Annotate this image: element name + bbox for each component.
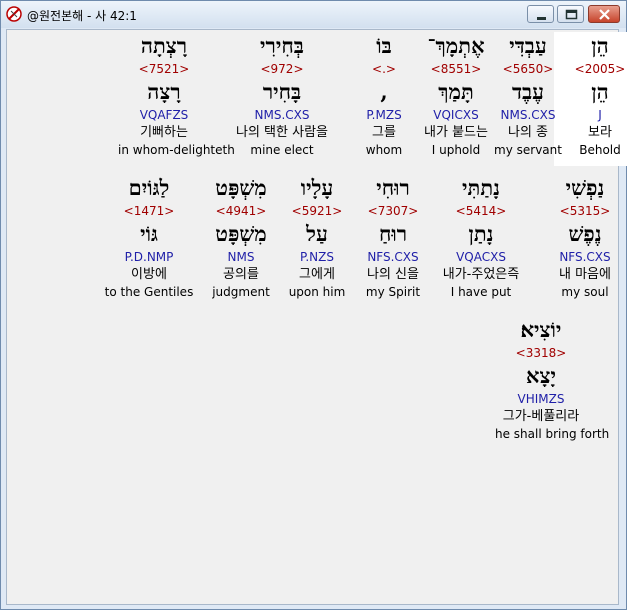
korean-gloss: 그가-베풀리라 (502, 409, 580, 424)
minimize-button[interactable] (527, 5, 554, 23)
hebrew-lemma: נָתַן (468, 221, 494, 246)
english-gloss: he shall bring forth (495, 427, 610, 441)
strong-number: <7521> (138, 62, 190, 76)
hebrew-word: מִשְׁפָּט (215, 175, 267, 200)
korean-gloss: 내 마음에 (559, 267, 611, 282)
hebrew-lemma: בָּחִיר (262, 79, 302, 104)
korean-gloss: 이방에 (131, 267, 167, 282)
parsing-code: NMS (227, 250, 255, 264)
strong-number: <.> (372, 62, 396, 76)
parsing-code: P.MZS (366, 108, 402, 122)
hebrew-lemma: רָצָה (147, 79, 181, 104)
hebrew-word: יוֹצִיא׃ (520, 317, 562, 342)
word-block[interactable]: בּוֹ <.>, P.MZS 그를 whom (338, 32, 430, 158)
word-block[interactable]: יוֹצִיא׃ <3318> יָצָא VHIMZS 그가-베풀리라 he shall… (495, 316, 610, 442)
hebrew-lemma: גּוֹי (140, 221, 158, 246)
app-icon (6, 6, 22, 22)
parsing-code: NMS.CXS (254, 108, 310, 122)
word-block[interactable]: מִשְׁפָּט <4941> מִשְׁפָּט NMS 공의를 judgment (195, 174, 287, 300)
strong-number: <5315> (559, 204, 611, 218)
app-window: @원전본해 - 사 42:1 הֵן <2005> הֵן J 보라 Behold עַבְ… (0, 0, 627, 610)
parsing-code: VQACXS (456, 250, 506, 264)
korean-gloss: 그를 (372, 125, 396, 140)
title-bar[interactable]: @원전본해 - 사 42:1 (1, 1, 626, 28)
word-block[interactable]: לַגּוֹיִם <1471> גּוֹי P.D.NMP 이방에 to the Gen… (103, 174, 195, 300)
english-gloss: to the Gentiles (104, 285, 194, 299)
minimize-icon (537, 17, 546, 20)
interlinear-panel[interactable]: הֵן <2005> הֵן J 보라 Behold עַבְדִּי <5650> עֶבֶד… (6, 29, 627, 605)
strong-number: <3318> (515, 346, 567, 360)
hebrew-word: רָצְתָה (140, 33, 188, 58)
strong-number: <972> (260, 62, 304, 76)
maximize-button[interactable] (557, 5, 584, 23)
korean-gloss: 나의 택한 사람을 (236, 125, 328, 140)
parsing-code: NFS.CXS (559, 250, 611, 264)
strong-number: <1471> (123, 204, 175, 218)
korean-gloss: 공의를 (223, 267, 259, 282)
word-block[interactable]: בְּחִירִי <972> בָּחִיר NMS.CXS 나의 택한 사람을 min… (236, 32, 328, 158)
word-block[interactable]: נָתַתִּי <5414> נָתַן VQACXS 내가-주었은즉 I have p… (435, 174, 527, 300)
english-gloss: in whom-delighteth (118, 143, 235, 157)
hebrew-lemma: נֶפֶשׁ (568, 221, 602, 246)
hebrew-word: בּוֹ (376, 33, 392, 58)
korean-gloss: 기뻐하는 (140, 125, 188, 140)
parsing-code: P.D.NMP (124, 250, 174, 264)
close-button[interactable] (588, 5, 620, 23)
parsing-code: VHIMZS (517, 392, 565, 406)
english-gloss: mine elect (250, 143, 314, 157)
hebrew-word: נָתַתִּי (462, 175, 500, 200)
word-block[interactable]: נַפְשִׁי <5315> נֶפֶשׁ NFS.CXS 내 마음에 my soul (539, 174, 627, 300)
hebrew-lemma: מִשְׁפָּט (215, 221, 267, 246)
korean-gloss: 내가-주었은즉 (442, 267, 520, 282)
english-gloss: whom (365, 143, 403, 157)
english-gloss: judgment (212, 285, 270, 299)
hebrew-word: בְּחִירִי (260, 33, 304, 58)
strong-number: <4941> (215, 204, 267, 218)
hebrew-word: לַגּוֹיִם (128, 175, 170, 200)
hebrew-lemma: , (380, 79, 388, 104)
strong-number: <5414> (455, 204, 507, 218)
parsing-code: VQAFZS (139, 108, 189, 122)
hebrew-word: נַפְשִׁי (565, 175, 605, 200)
close-icon (599, 9, 610, 20)
word-block[interactable]: רָצְתָה <7521> רָצָה VQAFZS 기뻐하는 in whom-deli… (118, 32, 235, 158)
maximize-icon (565, 9, 578, 20)
hebrew-lemma: יָצָא (526, 363, 556, 388)
english-gloss: my soul (561, 285, 609, 299)
english-gloss: I have put (450, 285, 512, 299)
window-title: @원전본해 - 사 42:1 (27, 9, 137, 23)
